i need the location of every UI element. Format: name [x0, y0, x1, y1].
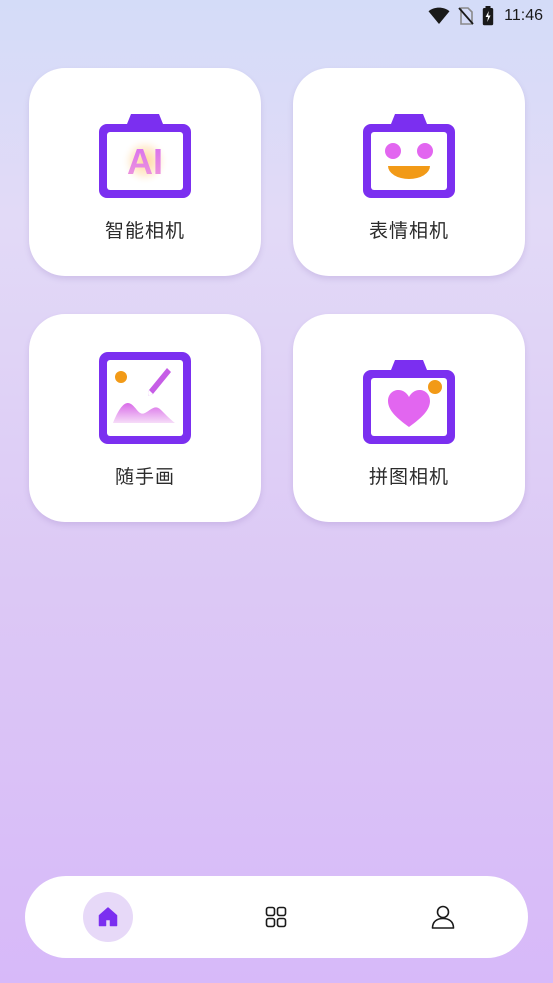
nav-profile-button[interactable] [418, 892, 468, 942]
ai-icon-text: AI [127, 141, 163, 182]
feature-card-doodle[interactable]: 随手画 [29, 314, 261, 522]
home-icon [98, 907, 118, 927]
feature-label-doodle: 随手画 [114, 466, 175, 488]
feature-label-puzzle-camera: 拼图相机 [368, 466, 449, 488]
status-time: 11:46 [504, 7, 543, 24]
nav-home-button[interactable] [83, 892, 133, 942]
feature-card-emoji-camera[interactable]: 表情相机 [293, 68, 525, 276]
grid-icon [265, 906, 287, 928]
feature-card-puzzle-camera[interactable]: 拼图相机 [293, 314, 525, 522]
wifi-icon [428, 7, 450, 24]
bottom-nav [25, 876, 528, 958]
no-sim-icon [458, 7, 474, 25]
status-bar: 11:46 [0, 0, 553, 32]
battery-charging-icon [482, 6, 494, 26]
feature-label-emoji-camera: 表情相机 [368, 220, 449, 242]
doodle-icon [99, 352, 191, 444]
ai-camera-icon: AI [99, 114, 191, 198]
user-icon [431, 905, 455, 929]
feature-card-ai-camera[interactable]: AI 智能相机 [29, 68, 261, 276]
puzzle-camera-icon [363, 360, 455, 444]
feature-label-ai-camera: 智能相机 [104, 220, 185, 242]
emoji-camera-icon [363, 114, 455, 198]
nav-apps-button[interactable] [251, 892, 301, 942]
